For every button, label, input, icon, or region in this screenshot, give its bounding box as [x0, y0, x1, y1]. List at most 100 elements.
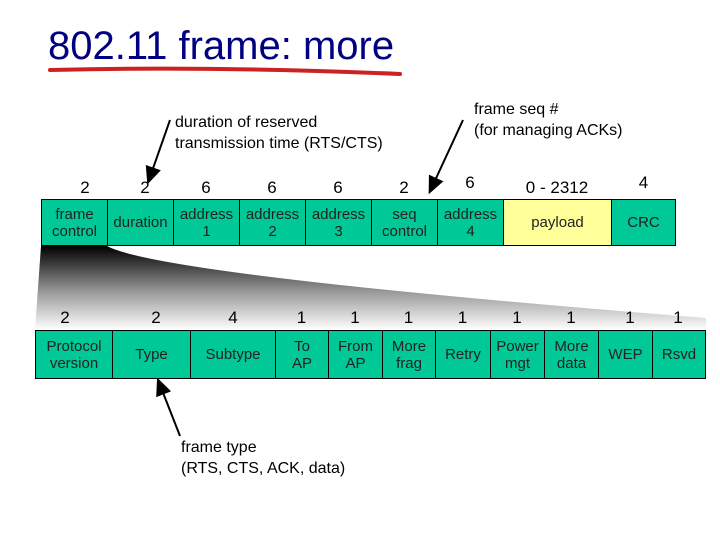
fc-field-type: Type — [112, 330, 190, 379]
field-label-line: 2 — [268, 222, 277, 240]
frame-field-address-2: address 2 — [239, 199, 305, 246]
field-label-line: More — [554, 337, 589, 355]
field-label-line: address — [179, 205, 234, 223]
field-label: address 3 — [312, 206, 365, 240]
field-label: seq control — [382, 206, 427, 240]
field-label: Protocol version — [46, 338, 101, 372]
fc-field-retry: Retry — [435, 330, 490, 379]
field-label-line: CRC — [627, 214, 660, 231]
field-label: address 2 — [246, 206, 299, 240]
field-label-line: data — [556, 354, 587, 372]
field-label: duration — [113, 214, 167, 231]
frame-field-address-4: address 4 — [437, 199, 503, 246]
type-arrow — [156, 377, 181, 437]
frame-field-crc: CRC — [611, 199, 676, 246]
type-note-line1: frame type — [181, 439, 257, 456]
fc-size-protocol-version: 2 — [60, 308, 70, 327]
fc-field-to-ap: To AP — [275, 330, 328, 379]
field-label-line: frame — [55, 205, 94, 223]
frame-size-payload: 0 - 2312 — [525, 178, 589, 197]
field-label: Retry — [445, 346, 481, 363]
fc-size-subtype: 4 — [228, 308, 238, 327]
frame-field-seq-control: seq control — [371, 199, 437, 246]
duration-note: duration of reserved transmission time (… — [175, 112, 383, 154]
field-label-line: To — [294, 337, 310, 355]
decorations — [35, 66, 706, 437]
fc-size-rsvd: 1 — [673, 308, 683, 327]
field-label: address 1 — [180, 206, 233, 240]
field-label: CRC — [627, 214, 660, 231]
fc-size-more-data: 1 — [566, 308, 576, 327]
field-label: Subtype — [205, 346, 260, 363]
field-label-line: Rsvd — [661, 346, 697, 363]
field-label: Type — [135, 346, 168, 363]
field-label-line: Power — [496, 337, 539, 355]
field-label-line: payload — [531, 214, 584, 231]
frame-field-payload: payload — [503, 199, 611, 246]
field-label-line: frag — [396, 354, 422, 372]
fc-field-power-mgt: Power mgt — [490, 330, 544, 379]
field-label: Power mgt — [496, 338, 539, 372]
frame-size-address-2: 6 — [267, 178, 277, 197]
duration-note-line1: duration of reserved — [175, 114, 318, 131]
field-label-line: WEP — [608, 346, 643, 363]
field-label-line: More — [391, 337, 427, 355]
frame-size-address-1: 6 — [201, 178, 211, 197]
fc-size-more-frag: 1 — [403, 308, 414, 327]
field-label-line: duration — [113, 214, 168, 231]
field-label: More frag — [392, 338, 426, 372]
field-label-line: control — [51, 222, 98, 240]
field-label-line: address — [311, 205, 366, 223]
field-label-line: AP — [345, 354, 366, 372]
frame-field-frame-control: frame control — [41, 199, 107, 246]
field-label: address 4 — [444, 206, 497, 240]
field-label-line: control — [381, 222, 428, 240]
frame-field-address-3: address 3 — [305, 199, 371, 246]
frame-row: frame control duration address 1 address 2 addr… — [41, 199, 676, 246]
field-label: frame control — [52, 206, 97, 240]
fc-field-more-data: More data — [544, 330, 598, 379]
fc-size-to-ap: 1 — [296, 308, 307, 327]
field-label: From AP — [338, 338, 373, 372]
field-label: To AP — [292, 338, 312, 372]
field-label: WEP — [608, 346, 642, 363]
duration-arrow — [145, 119, 171, 185]
frame-field-duration: duration — [107, 199, 173, 246]
frame-size-address-4: 6 — [465, 173, 475, 192]
field-label-line: Subtype — [205, 346, 261, 363]
field-label: Rsvd — [662, 346, 696, 363]
frame-size-address-3: 6 — [333, 178, 343, 197]
field-label-line: Type — [135, 346, 168, 363]
field-label-line: version — [49, 354, 99, 372]
fc-field-wep: WEP — [598, 330, 652, 379]
fc-size-type: 2 — [151, 308, 161, 327]
seq-note: frame seq # (for managing ACKs) — [474, 99, 623, 141]
fc-size-from-ap: 1 — [350, 308, 360, 327]
fc-size-wep: 1 — [625, 308, 635, 327]
seq-note-line2: (for managing ACKs) — [474, 122, 623, 139]
fc-field-subtype: Subtype — [190, 330, 275, 379]
field-label-line: 1 — [202, 222, 211, 240]
fc-field-rsvd: Rsvd — [652, 330, 706, 379]
field-label: More data — [554, 338, 588, 372]
field-label-line: From — [338, 337, 373, 355]
field-label-line: seq — [392, 205, 417, 223]
frame-size-seq-control: 2 — [399, 178, 409, 197]
fc-size-retry: 1 — [457, 308, 468, 327]
frame-field-address-1: address 1 — [173, 199, 239, 246]
fc-field-from-ap: From AP — [328, 330, 382, 379]
frame-size-duration: 2 — [140, 178, 150, 197]
field-label-line: AP — [291, 354, 312, 372]
field-label-line: 3 — [334, 222, 343, 240]
field-label-line: Protocol — [46, 337, 102, 355]
field-label-line: 4 — [466, 222, 475, 240]
fc-field-more-frag: More frag — [382, 330, 435, 379]
field-label-line: address — [443, 205, 498, 223]
duration-note-line2: transmission time (RTS/CTS) — [175, 135, 383, 152]
field-label: payload — [531, 214, 584, 231]
field-label-line: mgt — [504, 354, 530, 372]
fc-field-protocol-version: Protocol version — [35, 330, 112, 379]
field-label-line: Retry — [445, 346, 481, 363]
title-underline — [48, 66, 402, 76]
fc-size-power-mgt: 1 — [512, 308, 522, 327]
